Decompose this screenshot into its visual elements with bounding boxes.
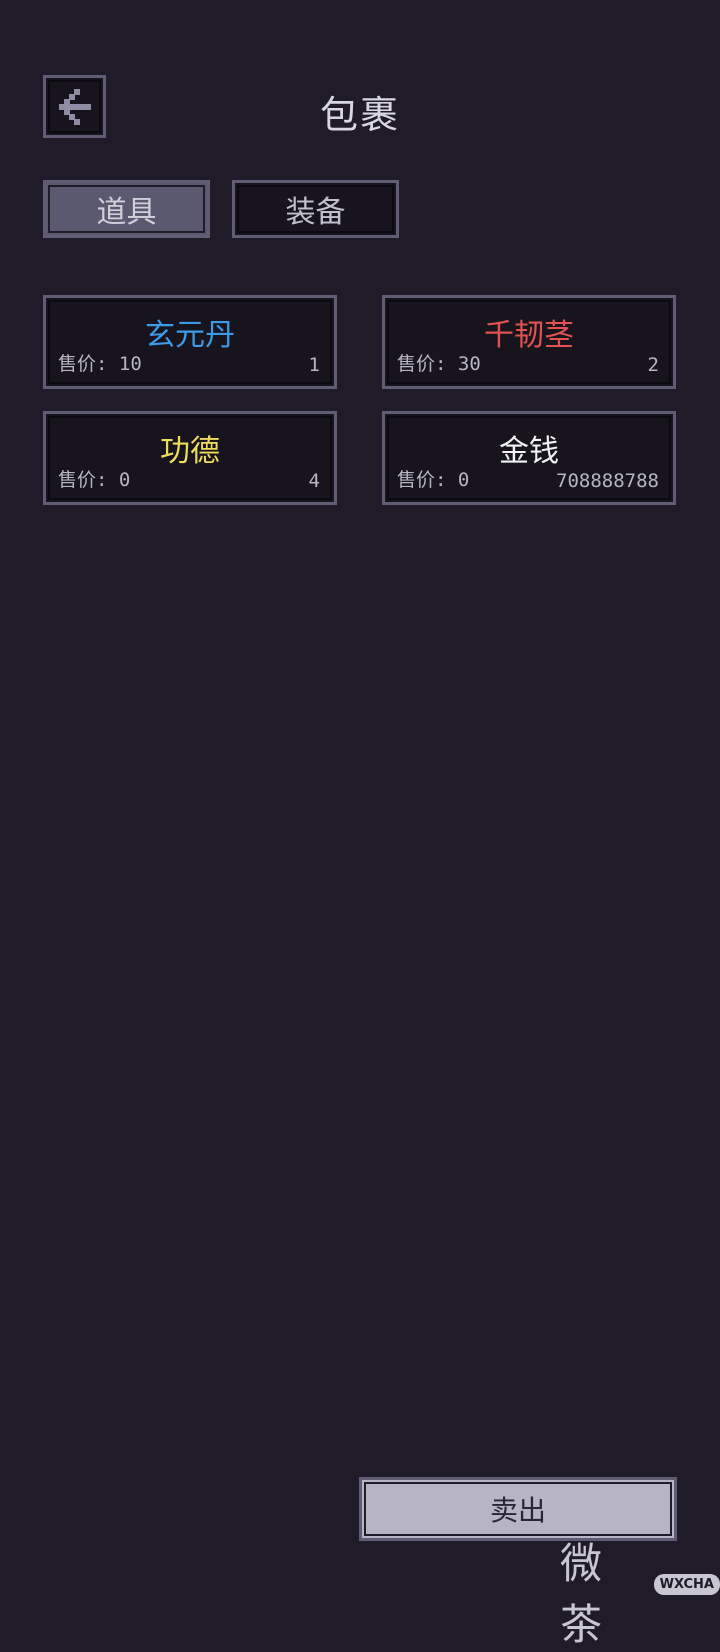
watermark-text: 微茶 [560, 1539, 605, 1649]
item-name: 千韧茎 [484, 318, 574, 353]
item-name: 功德 [160, 434, 220, 469]
item-count: 2 [647, 354, 659, 376]
back-button[interactable] [43, 75, 106, 138]
watermark: 微茶 WXCHA [560, 1530, 720, 1652]
tab-equipment[interactable]: 装备 [232, 180, 399, 238]
item-price: 售价: 0 [397, 469, 470, 491]
item-card[interactable]: 金钱 售价: 0 708888788 [382, 411, 676, 505]
tab-items[interactable]: 道具 [43, 180, 210, 238]
watermark-badge: WXCHA [653, 1573, 720, 1595]
item-price: 售价: 0 [58, 469, 131, 491]
item-name: 金钱 [499, 434, 559, 469]
item-card[interactable]: 千韧茎 售价: 30 2 [382, 295, 676, 389]
tab-equipment-label: 装备 [285, 195, 346, 230]
sell-button-label: 卖出 [489, 1494, 546, 1527]
item-count: 4 [308, 470, 320, 492]
item-name: 玄元丹 [145, 318, 235, 353]
item-card[interactable]: 功德 售价: 0 4 [43, 411, 337, 505]
page-title: 包裹 [319, 93, 400, 137]
item-count: 708888788 [556, 470, 659, 492]
item-price: 售价: 30 [397, 353, 481, 375]
arrow-left-icon [58, 88, 91, 125]
tab-items-label: 道具 [96, 195, 157, 230]
item-price: 售价: 10 [58, 353, 142, 375]
item-card[interactable]: 玄元丹 售价: 10 1 [43, 295, 337, 389]
item-count: 1 [308, 354, 320, 376]
